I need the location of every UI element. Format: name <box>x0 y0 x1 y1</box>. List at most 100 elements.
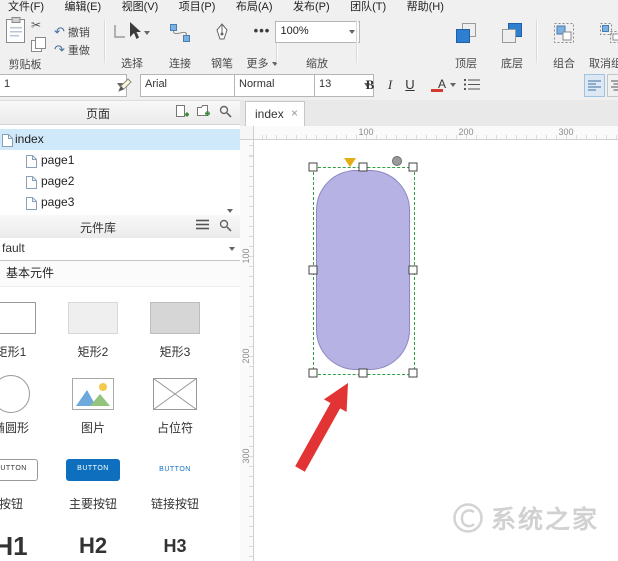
widget-label: 矩形1 <box>0 345 27 359</box>
font-family-value: Arial <box>145 78 168 90</box>
resize-handle-bottom-middle[interactable] <box>358 368 368 378</box>
align-left-button[interactable] <box>584 74 605 97</box>
menu-item-arrange[interactable]: 布局(A) <box>228 1 281 13</box>
zoom-select[interactable]: 100% <box>274 21 360 43</box>
page-tree-item-page2[interactable]: page2 <box>0 171 240 192</box>
page-tree-item-index[interactable]: index <box>0 129 240 150</box>
tab-index[interactable]: index × <box>245 101 305 126</box>
widget-label: 椭圆形 <box>0 421 29 435</box>
italic-button[interactable]: I <box>382 74 398 95</box>
menu-item-help[interactable]: 帮助(H) <box>399 1 452 13</box>
canvas-tab-bar: index × <box>240 100 618 127</box>
select-mode-button[interactable]: 选择 <box>106 18 158 74</box>
toolbar-divider <box>536 20 538 63</box>
image-icon <box>72 374 114 414</box>
widget-item-ellipse[interactable]: 椭圆形 <box>0 362 52 438</box>
underline-button[interactable]: U <box>400 74 420 95</box>
ruler-number: 200 <box>241 348 251 364</box>
menu-item-project[interactable]: 项目(P) <box>171 1 224 13</box>
ruler-number: 200 <box>458 127 474 137</box>
group-icon <box>554 21 574 45</box>
widget-style-select[interactable]: 1 <box>0 74 127 97</box>
send-to-back-icon <box>502 21 522 45</box>
widget-preview-ellipse <box>0 374 30 414</box>
vertical-ruler[interactable]: 100 200 300 <box>240 140 254 561</box>
widget-library-select[interactable]: fault <box>0 238 240 261</box>
connector-tool-button[interactable]: 连接 <box>158 18 202 74</box>
cut-icon[interactable]: ✂ <box>31 18 41 32</box>
chevron-down-icon <box>144 31 150 35</box>
resize-handle-top-middle[interactable] <box>358 162 368 172</box>
menu-item-team[interactable]: 团队(T) <box>342 1 394 13</box>
menu-item-view[interactable]: 视图(V) <box>114 1 167 13</box>
edit-style-icon[interactable] <box>118 77 133 97</box>
ruler-number: 300 <box>241 448 251 464</box>
font-color-button[interactable]: A <box>426 74 458 95</box>
widget-item-h2[interactable]: H2 <box>52 514 134 561</box>
search-icon[interactable] <box>219 219 234 234</box>
bold-button[interactable]: B <box>360 74 380 95</box>
undo-button[interactable]: ↶ 撤销 <box>54 24 90 40</box>
page-tree-item-page3[interactable]: page3 <box>0 192 240 213</box>
widget-item-placeholder[interactable]: 占位符 <box>134 362 216 438</box>
widget-item-rect3[interactable]: 矩形3 <box>134 286 216 362</box>
widgets-panel-title: 元件库 <box>79 221 116 235</box>
resize-handle-top-right[interactable] <box>408 162 418 172</box>
widget-item-image[interactable]: 图片 <box>52 362 134 438</box>
menu-item-edit[interactable]: 编辑(E) <box>57 1 110 13</box>
send-to-back-button[interactable]: 底层 <box>490 18 534 74</box>
menu-item-label: 帮助(H) <box>406 1 444 13</box>
widget-preview-rect1 <box>0 298 36 338</box>
pen-label: 钢笔 <box>211 58 233 70</box>
align-center-button[interactable] <box>607 74 618 97</box>
widget-item-h3[interactable]: H3 <box>134 514 216 561</box>
pen-tool-button[interactable]: 钢笔 <box>202 18 242 74</box>
corner-radius-marker-icon <box>344 158 356 167</box>
page-label: page3 <box>41 195 75 209</box>
back-label: 底层 <box>501 58 523 70</box>
menu-item-publish[interactable]: 发布(P) <box>285 1 338 13</box>
close-icon[interactable]: × <box>291 102 298 125</box>
widget-item-primary-button[interactable]: BUTTON 主要按钮 <box>52 438 134 514</box>
horizontal-ruler[interactable]: 100 200 300 <box>254 126 618 140</box>
widget-item-rect2[interactable]: 矩形2 <box>52 286 134 362</box>
redo-button[interactable]: ↷ 重做 <box>54 42 90 58</box>
widget-preview-link-button: BUTTON <box>159 466 191 473</box>
widget-label: 按钮 <box>0 497 23 511</box>
undo-label: 撤销 <box>67 27 90 39</box>
resize-handle-top-left[interactable] <box>308 162 318 172</box>
paste-icon[interactable] <box>5 17 27 49</box>
group-button[interactable]: 组合 <box>542 18 586 74</box>
widget-preview-h1: H1 <box>0 530 28 561</box>
page-tree-item-page1[interactable]: page1 <box>0 150 240 171</box>
widget-preview-h3: H3 <box>163 535 187 556</box>
widget-item-button[interactable]: BUTTON 按钮 <box>0 438 52 514</box>
ungroup-button[interactable]: 取消组合 <box>586 18 618 74</box>
page-icon <box>26 196 37 217</box>
copy-icon[interactable] <box>31 37 46 57</box>
tree-scroll-down-icon[interactable] <box>227 209 233 213</box>
ruler-number: 300 <box>558 127 574 137</box>
list-format-icon[interactable] <box>464 78 480 96</box>
menu-item-label: 文件(F) <box>8 1 45 13</box>
hamburger-menu-icon[interactable] <box>196 219 211 234</box>
menu-item-label: 视图(V) <box>121 1 159 13</box>
bring-to-front-button[interactable]: 顶层 <box>444 18 488 74</box>
widget-label: 矩形3 <box>159 345 191 359</box>
font-family-select[interactable]: Arial <box>140 74 248 97</box>
widget-item-link-button[interactable]: BUTTON 链接按钮 <box>134 438 216 514</box>
widget-item-rect1[interactable]: 矩形1 <box>0 286 52 362</box>
widget-item-h1[interactable]: H1 <box>0 514 52 561</box>
add-folder-icon[interactable] <box>197 105 212 120</box>
widget-section-header[interactable]: 基本元件 <box>0 261 240 287</box>
resize-handle-middle-right[interactable] <box>408 265 418 275</box>
resize-handle-bottom-left[interactable] <box>308 368 318 378</box>
resize-handle-middle-left[interactable] <box>308 265 318 275</box>
menu-bar: 文件(F) 编辑(E) 视图(V) 项目(P) 布局(A) 发布(P) 团队(T… <box>0 0 618 13</box>
add-page-icon[interactable] <box>175 105 190 120</box>
search-icon[interactable] <box>219 105 234 120</box>
tab-label: index <box>255 107 284 121</box>
menu-item-file[interactable]: 文件(F) <box>0 1 52 13</box>
design-canvas[interactable]: 系统之家 <box>254 140 618 561</box>
resize-handle-bottom-right[interactable] <box>408 368 418 378</box>
